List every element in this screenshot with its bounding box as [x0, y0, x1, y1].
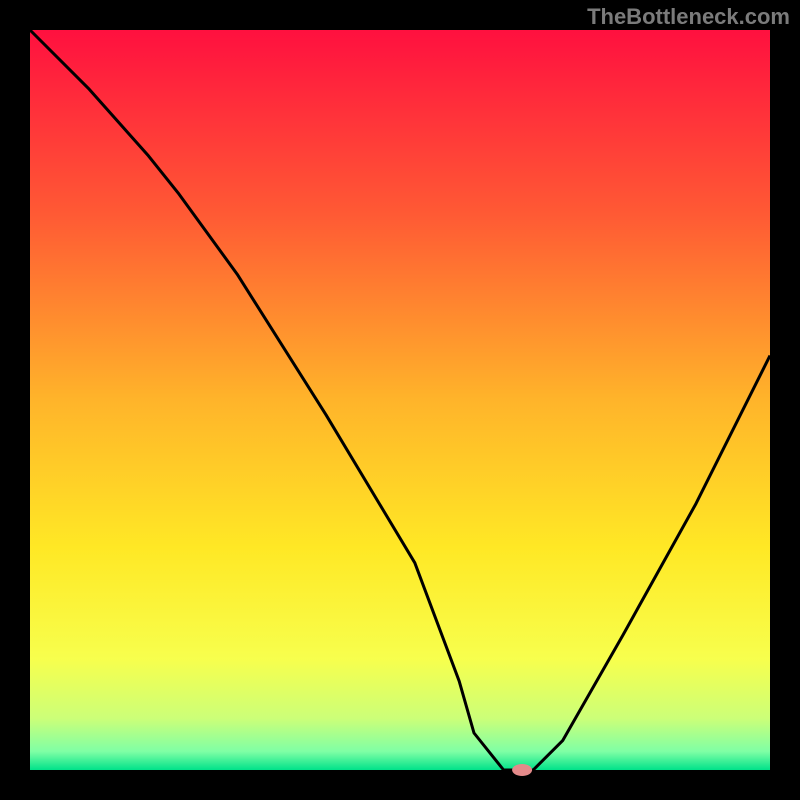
watermark-text: TheBottleneck.com [587, 4, 790, 30]
chart-plot-area [30, 30, 770, 770]
bottleneck-chart: TheBottleneck.com [0, 0, 800, 800]
chart-svg [0, 0, 800, 800]
optimal-point-marker [512, 764, 532, 776]
